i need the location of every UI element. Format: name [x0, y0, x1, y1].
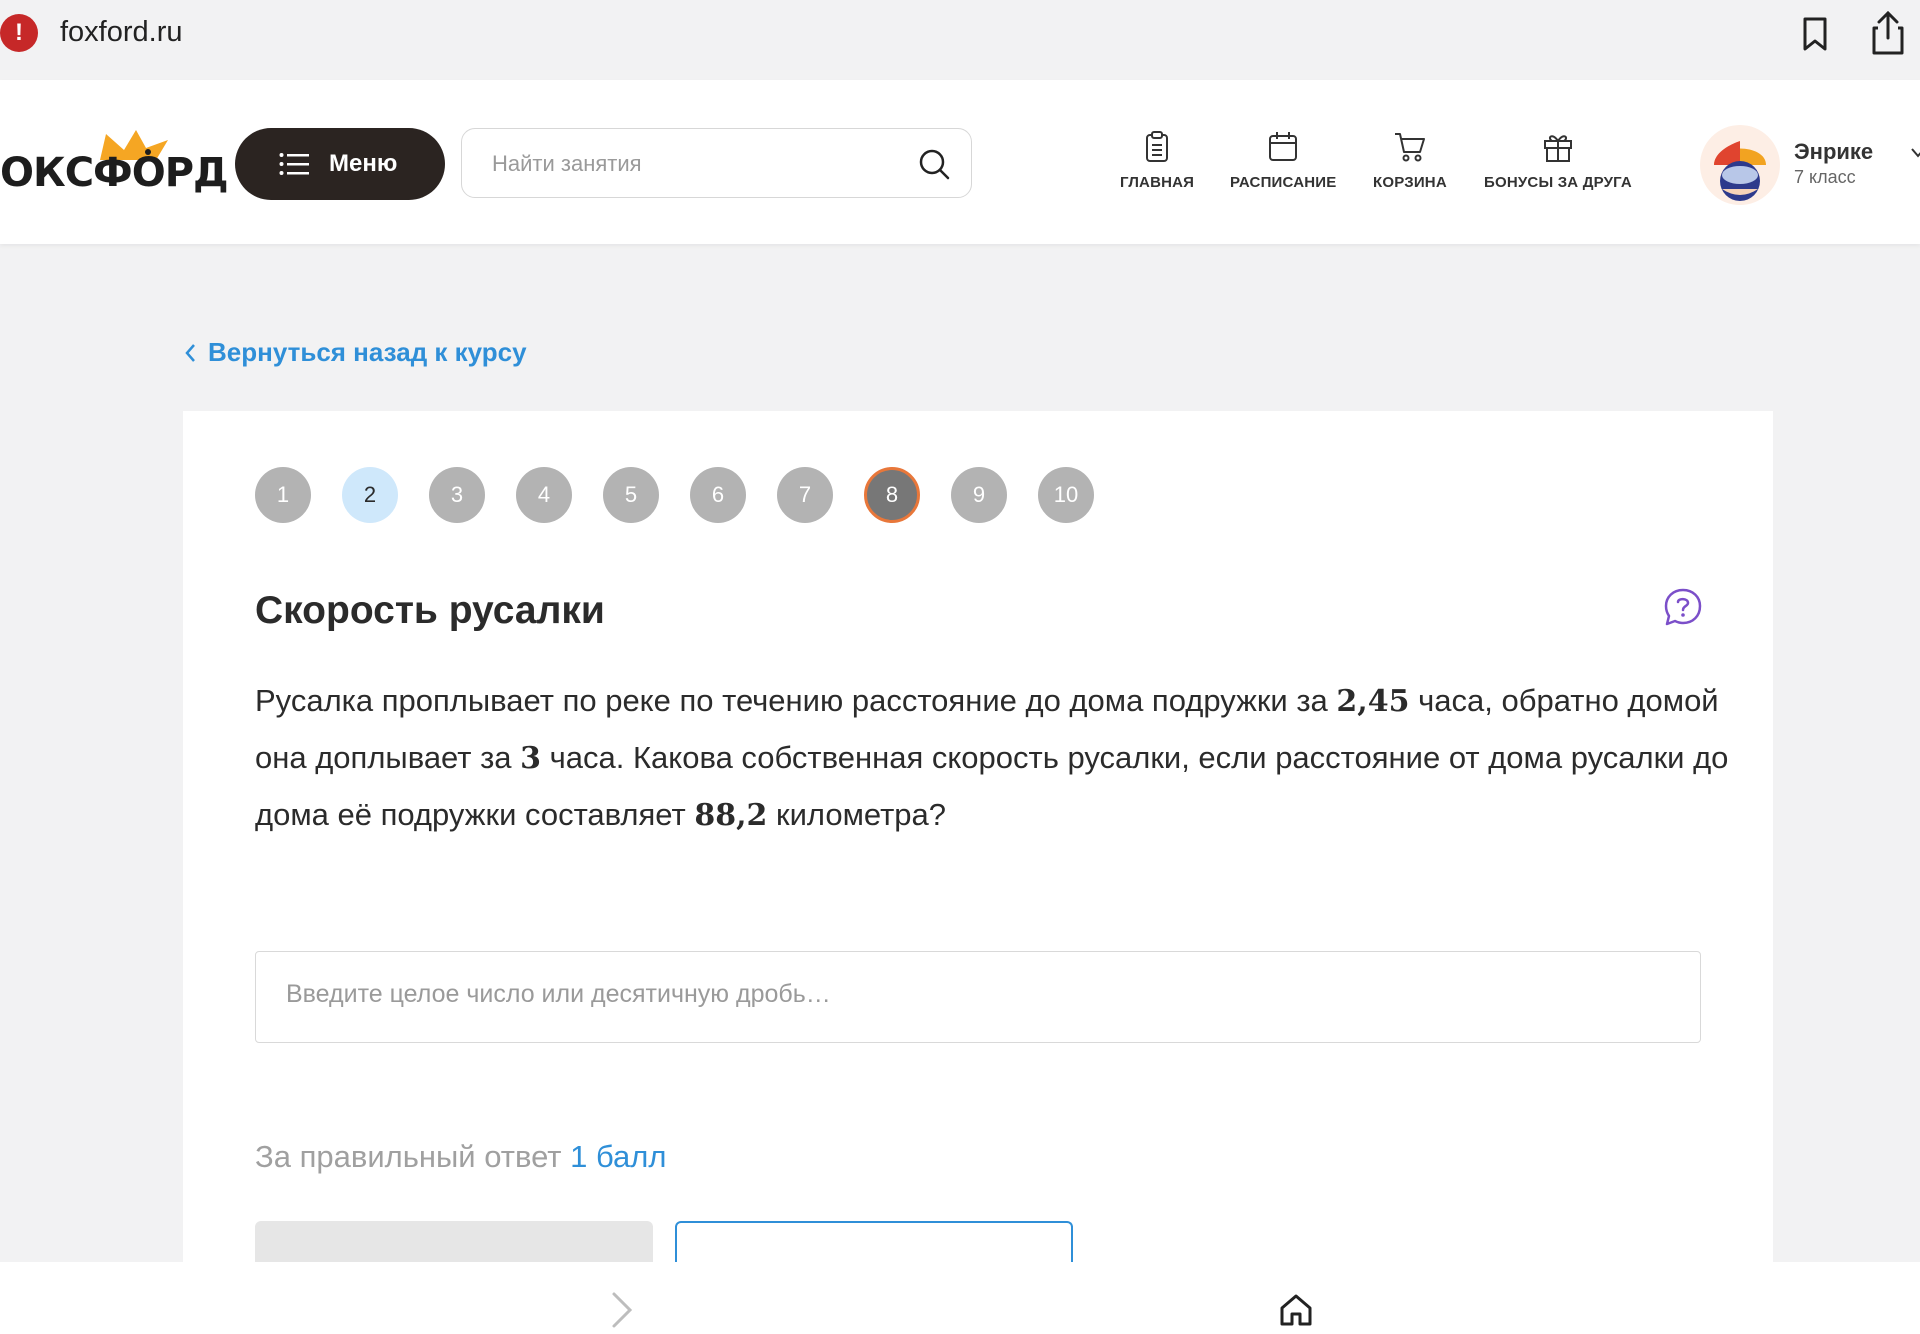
url-text[interactable]: foxford.ru: [60, 16, 183, 49]
menu-icon: [279, 153, 309, 175]
nav-cart-label: КОРЗИНА: [1373, 174, 1447, 191]
nav-home-label: ГЛАВНАЯ: [1120, 174, 1195, 191]
help-icon[interactable]: [1663, 587, 1703, 627]
nav-bonus[interactable]: БОНУСЫ ЗА ДРУГА: [1484, 130, 1632, 191]
nav-cart[interactable]: КОРЗИНА: [1373, 130, 1447, 191]
search-input[interactable]: Найти занятия: [461, 128, 972, 198]
step-7[interactable]: 7: [777, 467, 833, 523]
nav-bonus-label: БОНУСЫ ЗА ДРУГА: [1484, 174, 1632, 191]
browser-toolbar: [0, 1262, 1920, 1334]
search-placeholder: Найти занятия: [492, 151, 642, 176]
user-grade: 7 класс: [1794, 167, 1856, 187]
task-text: Русалка проплывает по реке по течению ра…: [255, 673, 1735, 844]
search-icon[interactable]: [917, 147, 951, 181]
menu-label: Меню: [329, 150, 398, 177]
score-info: За правильный ответ 1 балл: [255, 1139, 666, 1175]
avatar: [1700, 125, 1780, 205]
task-steps: 1 2 3 4 5 6 7 8 9 10: [255, 467, 1125, 523]
cart-icon: [1394, 133, 1425, 162]
logo[interactable]: ОКСФОРД: [0, 150, 229, 196]
share-icon[interactable]: [1870, 10, 1906, 56]
task-number-3: 88,2: [694, 798, 768, 833]
back-to-course-link[interactable]: Вернуться назад к курсу: [184, 337, 527, 368]
home-icon[interactable]: [1278, 1292, 1314, 1328]
chevron-down-icon[interactable]: [1910, 147, 1920, 159]
step-2[interactable]: 2: [342, 467, 398, 523]
answer-input[interactable]: Введите целое число или десятичную дробь…: [255, 951, 1701, 1043]
step-10[interactable]: 10: [1038, 467, 1094, 523]
site-header: ОКСФОРД Меню Найти занятия ГЛАВНАЯ РАСПИ…: [0, 80, 1920, 244]
site-warning-icon[interactable]: !: [0, 14, 38, 52]
task-text-part-4: километра?: [767, 797, 947, 832]
task-card: 1 2 3 4 5 6 7 8 9 10 Скорость русалки Ру…: [183, 411, 1773, 1281]
task-number-2: 3: [520, 741, 542, 776]
clipboard-icon: [1146, 131, 1169, 162]
back-link-label: Вернуться назад к курсу: [208, 337, 527, 367]
step-6[interactable]: 6: [690, 467, 746, 523]
gift-icon: [1543, 135, 1572, 162]
chevron-left-icon: [185, 343, 195, 362]
menu-button[interactable]: Меню: [235, 128, 445, 200]
score-value: 1 балл: [570, 1139, 667, 1174]
task-number-1: 2,45: [1336, 684, 1410, 719]
calendar-icon: [1269, 132, 1298, 161]
nav-schedule[interactable]: РАСПИСАНИЕ: [1230, 130, 1336, 191]
avatar-image: [1714, 141, 1766, 201]
step-3[interactable]: 3: [429, 467, 485, 523]
bookmark-icon[interactable]: [1800, 16, 1830, 52]
user-name: Энрике: [1794, 139, 1874, 164]
step-4[interactable]: 4: [516, 467, 572, 523]
score-label: За правильный ответ: [255, 1139, 562, 1174]
step-9[interactable]: 9: [951, 467, 1007, 523]
nav-home[interactable]: ГЛАВНАЯ: [1120, 130, 1194, 191]
browser-bar: ! foxford.ru: [0, 0, 1920, 80]
task-text-part-1: Русалка проплывает по реке по течению ра…: [255, 683, 1337, 718]
step-8[interactable]: 8: [864, 467, 920, 523]
task-title: Скорость русалки: [255, 589, 605, 632]
step-1[interactable]: 1: [255, 467, 311, 523]
step-5[interactable]: 5: [603, 467, 659, 523]
nav-schedule-label: РАСПИСАНИЕ: [1230, 174, 1337, 191]
forward-icon[interactable]: [608, 1290, 636, 1330]
